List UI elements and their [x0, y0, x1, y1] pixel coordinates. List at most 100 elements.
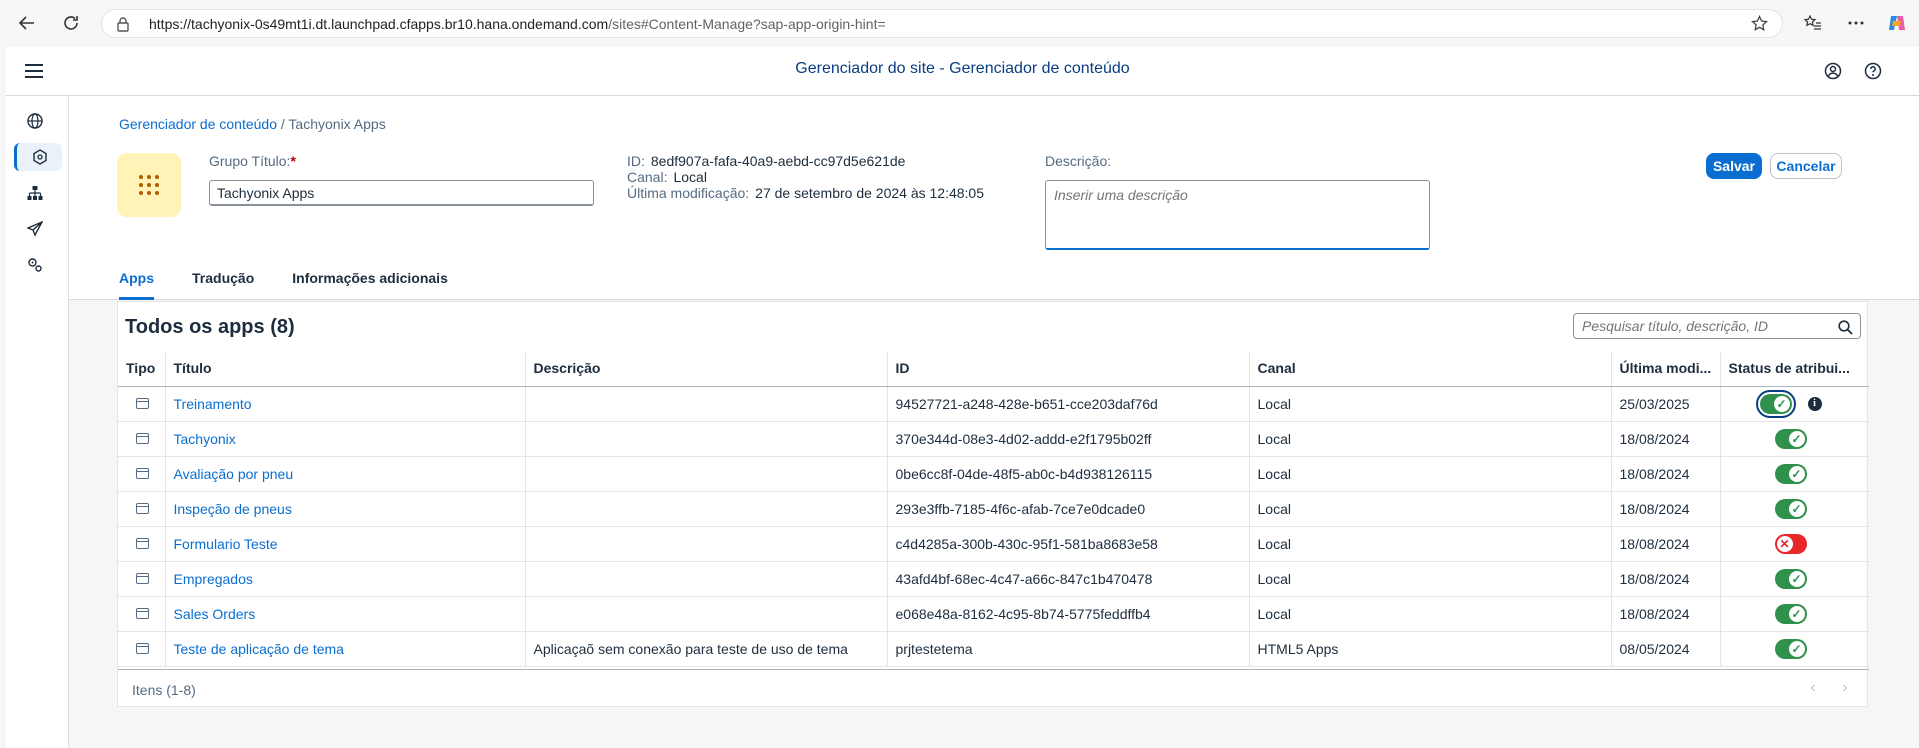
table-header-row: Tipo Título Descrição ID Canal Última mo… — [118, 351, 1869, 387]
table-row[interactable]: Formulario Teste c4d4285a-300b-430c-95f1… — [118, 526, 1869, 562]
app-canal: Local — [1249, 561, 1612, 597]
app-description — [525, 386, 888, 422]
send-icon[interactable] — [20, 215, 50, 243]
copilot-icon[interactable] — [1882, 8, 1912, 38]
check-icon: ✓ — [1788, 570, 1805, 587]
app-window-icon — [136, 537, 149, 549]
table-row[interactable]: Treinamento 94527721-a248-428e-b651-cce2… — [118, 386, 1869, 422]
assignment-status-switch[interactable]: ✓ — [1774, 638, 1807, 659]
breadcrumb: Gerenciador de conteúdo / Tachyonix Apps — [119, 116, 386, 132]
app-modified-date: 18/08/2024 — [1611, 456, 1721, 492]
search-icon[interactable] — [1835, 317, 1855, 337]
assignment-status-switch[interactable]: ✓ — [1774, 498, 1807, 519]
table-footer: Itens (1-8) ‹ › — [118, 669, 1869, 707]
table-row[interactable]: Tachyonix 370e344d-08e3-4d02-addd-e2f179… — [118, 421, 1869, 457]
check-icon: ✓ — [1788, 640, 1805, 657]
breadcrumb-link-content-manager[interactable]: Gerenciador de conteúdo — [119, 116, 277, 132]
app-id: 293e3ffb-7185-4f6c-afab-7ce7e0dcade0 — [887, 491, 1250, 527]
app-title-link[interactable]: Formulario Teste — [174, 536, 278, 552]
grid-dots-icon — [139, 175, 159, 195]
app-window-icon — [136, 642, 149, 654]
breadcrumb-current: Tachyonix Apps — [288, 116, 386, 132]
search-input[interactable] — [1573, 313, 1861, 339]
tab-additional-info[interactable]: Informações adicionais — [292, 266, 448, 300]
app-title-link[interactable]: Avaliação por pneu — [174, 466, 294, 482]
app-modified-date: 18/08/2024 — [1611, 491, 1721, 527]
content-manager-icon[interactable] — [14, 143, 62, 171]
object-page-header: Gerenciador de conteúdo / Tachyonix Apps… — [69, 96, 1919, 300]
app-canal: Local — [1249, 526, 1612, 562]
app-window-icon — [136, 397, 149, 409]
required-mark: * — [290, 153, 296, 169]
cancel-button[interactable]: Cancelar — [1770, 153, 1842, 179]
assignment-status-switch[interactable]: ✓ — [1774, 603, 1807, 624]
assignment-status-switch[interactable]: ✕ — [1774, 533, 1807, 554]
url-path: /sites#Content-Manage?sap-app-origin-hin… — [608, 16, 886, 32]
app-title-link[interactable]: Treinamento — [174, 396, 252, 412]
assignment-status-switch[interactable]: ✓ — [1774, 428, 1807, 449]
assignment-status-switch[interactable]: ✓ — [1755, 389, 1796, 418]
table-row[interactable]: Sales Orders e068e48a-8162-4c95-8b74-577… — [118, 596, 1869, 632]
cross-icon: ✕ — [1776, 535, 1793, 552]
chevron-right-icon[interactable]: › — [1835, 679, 1855, 699]
app-title-link[interactable]: Tachyonix — [174, 431, 236, 447]
app-canal: HTML5 Apps — [1249, 631, 1612, 667]
app-description: Aplicaçaõ sem conexão para teste de uso … — [525, 631, 888, 667]
reload-icon[interactable] — [56, 8, 86, 38]
shell-header: Gerenciador do site - Gerenciador de con… — [6, 47, 1919, 96]
column-header-ultima-modificacao: Última modi... — [1611, 351, 1721, 387]
app-description — [525, 561, 888, 597]
hierarchy-icon[interactable] — [20, 179, 50, 207]
app-description — [525, 456, 888, 492]
more-options-icon[interactable] — [1841, 8, 1871, 38]
tab-translation[interactable]: Tradução — [192, 266, 254, 300]
app-title-link[interactable]: Teste de aplicação de tema — [174, 641, 344, 657]
check-icon: ✓ — [1788, 605, 1805, 622]
app-title-link[interactable]: Sales Orders — [174, 606, 256, 622]
lock-icon — [116, 16, 130, 37]
table-row[interactable]: Avaliação por pneu 0be6cc8f-04de-48f5-ab… — [118, 456, 1869, 492]
back-arrow-icon[interactable] — [12, 8, 42, 38]
star-icon[interactable] — [1751, 14, 1768, 37]
app-title-link[interactable]: Inspeção de pneus — [174, 501, 292, 517]
address-bar[interactable]: https://tachyonix-0s49mt1i.dt.launchpad.… — [101, 9, 1783, 38]
check-icon: ✓ — [1788, 465, 1805, 482]
app-modified-date: 18/08/2024 — [1611, 561, 1721, 597]
user-profile-icon[interactable] — [1821, 59, 1845, 83]
check-icon: ✓ — [1788, 500, 1805, 517]
table-row[interactable]: Teste de aplicação de tema Aplicaçaõ sem… — [118, 631, 1869, 667]
shell-title: Gerenciador do site - Gerenciador de con… — [795, 60, 1130, 77]
tab-apps[interactable]: Apps — [119, 266, 154, 300]
table-row[interactable]: Inspeção de pneus 293e3ffb-7185-4f6c-afa… — [118, 491, 1869, 527]
globe-icon[interactable] — [20, 107, 50, 135]
info-icon[interactable]: i — [1807, 396, 1822, 411]
apps-list-title: Todos os apps (8) — [125, 316, 295, 338]
app-id: prjtestetema — [887, 631, 1250, 667]
assignment-status-switch[interactable]: ✓ — [1774, 463, 1807, 484]
group-title-label: Grupo Título:* — [209, 153, 296, 169]
app-canal: Local — [1249, 386, 1612, 422]
assignment-status-switch[interactable]: ✓ — [1774, 568, 1807, 589]
app-canal: Local — [1249, 491, 1612, 527]
app-title-link[interactable]: Empregados — [174, 571, 253, 587]
save-button[interactable]: Salvar — [1706, 153, 1762, 179]
description-textarea[interactable] — [1045, 180, 1430, 250]
chevron-left-icon[interactable]: ‹ — [1803, 679, 1823, 699]
app-description — [525, 596, 888, 632]
table-row[interactable]: Empregados 43afd4bf-68ec-4c47-a66c-847c1… — [118, 561, 1869, 597]
settings-icon[interactable] — [20, 251, 50, 279]
app-canal: Local — [1249, 596, 1612, 632]
column-header-titulo: Título — [165, 351, 526, 387]
tab-bar: Apps Tradução Informações adicionais — [119, 266, 486, 300]
app-id: 43afd4bf-68ec-4c47-a66c-847c1b470478 — [887, 561, 1250, 597]
apps-table: Tipo Título Descrição ID Canal Última mo… — [118, 351, 1869, 667]
favorites-icon[interactable] — [1798, 8, 1828, 38]
app-modified-date: 18/08/2024 — [1611, 421, 1721, 457]
column-header-tipo: Tipo — [118, 351, 166, 387]
help-icon[interactable] — [1861, 59, 1885, 83]
modified-field: Última modificação: 27 de setembro de 202… — [627, 185, 984, 201]
group-tile-icon — [117, 153, 181, 217]
app-description — [525, 491, 888, 527]
app-modified-date: 18/08/2024 — [1611, 596, 1721, 632]
group-title-input[interactable] — [209, 180, 594, 206]
